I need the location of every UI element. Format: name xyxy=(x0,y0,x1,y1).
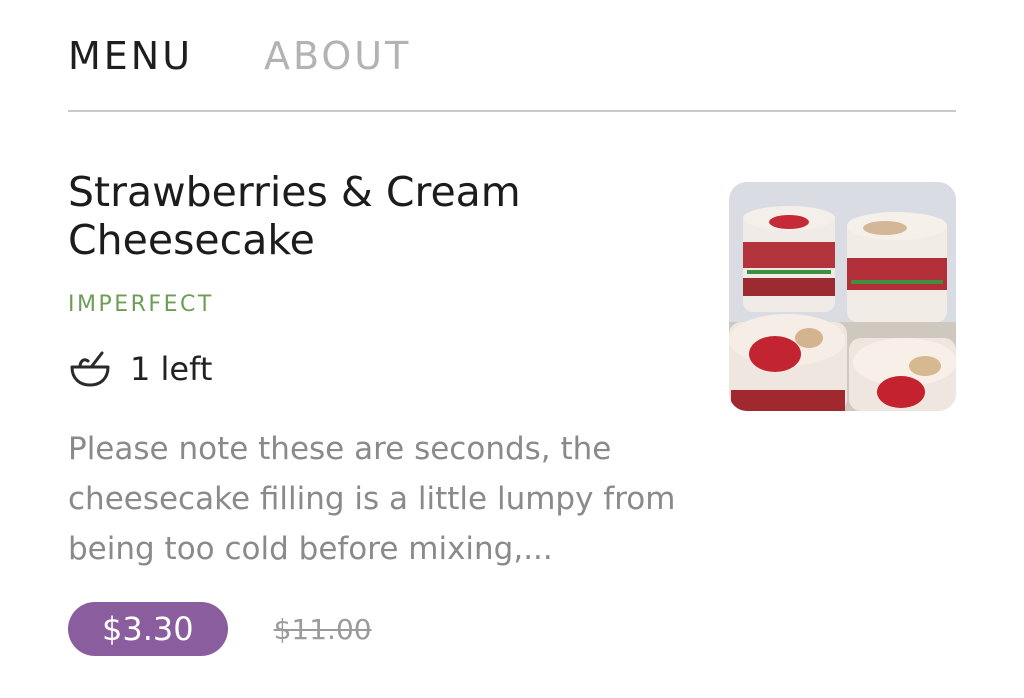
item-photo[interactable] xyxy=(729,182,956,411)
item-title: Strawberries & Cream Cheesecake xyxy=(68,168,521,264)
stock-count: 1 left xyxy=(130,350,213,388)
tab-about[interactable]: ABOUT xyxy=(264,34,411,78)
menu-item-card[interactable]: Strawberries & Cream Cheesecake IMPERFEC… xyxy=(68,168,956,668)
item-description: Please note these are seconds, the chees… xyxy=(68,431,676,567)
price-row: $3.30 $11.00 xyxy=(68,602,372,656)
original-price: $11.00 xyxy=(273,612,372,646)
price-badge: $3.30 xyxy=(68,602,228,656)
tab-menu[interactable]: MENU xyxy=(68,34,193,78)
item-tag: IMPERFECT xyxy=(68,292,214,317)
bowl-icon xyxy=(68,349,112,389)
tab-bar: MENU ABOUT xyxy=(68,30,956,112)
stock-indicator: 1 left xyxy=(68,346,212,392)
